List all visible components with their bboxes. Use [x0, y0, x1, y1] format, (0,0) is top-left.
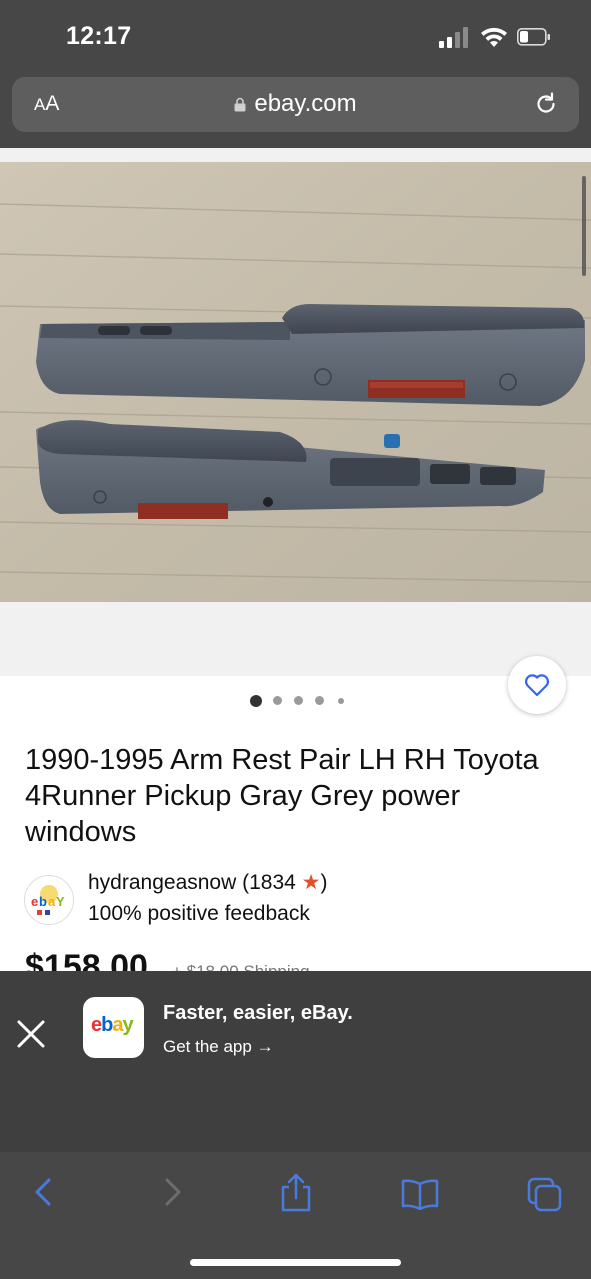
- gallery-pagination[interactable]: [250, 694, 350, 708]
- status-time: 12:17: [66, 22, 132, 50]
- heart-icon: [524, 674, 550, 697]
- home-indicator[interactable]: [190, 1259, 401, 1266]
- reload-icon[interactable]: [533, 91, 559, 117]
- svg-text:b: b: [39, 894, 47, 909]
- get-the-app-link[interactable]: Get the app →: [163, 1037, 274, 1057]
- seller-logo-image: e b a Y: [31, 885, 65, 915]
- pagination-dot[interactable]: [315, 696, 324, 705]
- listing-photo[interactable]: [0, 162, 591, 602]
- ebay-app-icon[interactable]: ebayebay: [83, 997, 144, 1058]
- svg-text:Y: Y: [56, 894, 65, 909]
- browser-top-chrome: 12:17 AA ebay.com: [0, 0, 591, 148]
- pagination-dot[interactable]: [338, 698, 344, 704]
- pagination-dot[interactable]: [273, 696, 282, 705]
- cellular-signal-icon: [439, 27, 468, 48]
- back-icon[interactable]: [26, 1174, 62, 1210]
- share-icon[interactable]: [277, 1172, 315, 1214]
- get-app-banner: ebayebay Faster, easier, eBay. Get the a…: [0, 971, 591, 1152]
- tabs-icon[interactable]: [526, 1176, 564, 1214]
- svg-text:a: a: [48, 894, 56, 909]
- seller-avatar[interactable]: e b a Y: [24, 875, 74, 925]
- status-icons: [439, 26, 551, 54]
- ebay-logo: ebayebay: [91, 1014, 134, 1036]
- wifi-icon: [481, 27, 507, 47]
- banner-title: Faster, easier, eBay.: [163, 1002, 353, 1024]
- address-bar[interactable]: AA ebay.com: [12, 77, 579, 132]
- url-domain: ebay.com: [254, 90, 357, 117]
- bookmarks-icon[interactable]: [400, 1178, 440, 1210]
- pagination-dot[interactable]: [294, 696, 303, 705]
- add-to-watchlist-button[interactable]: [508, 656, 566, 714]
- seller-feedback: 100% positive feedback: [88, 902, 310, 925]
- arrow-right-icon: →: [256, 1037, 274, 1056]
- forward-icon[interactable]: [154, 1174, 190, 1210]
- armrest-photo: [0, 162, 591, 602]
- pagination-dot-active[interactable]: [250, 695, 262, 707]
- close-icon[interactable]: [16, 1019, 46, 1049]
- scroll-indicator[interactable]: [582, 176, 586, 276]
- battery-icon: [517, 28, 550, 46]
- image-gallery[interactable]: [0, 148, 591, 676]
- seller-score: (1834 ★): [242, 871, 328, 894]
- lock-icon: [234, 97, 246, 112]
- svg-text:e: e: [31, 894, 38, 909]
- url-display[interactable]: ebay.com: [12, 90, 579, 118]
- seller-name-line[interactable]: hydrangeasnow (1834 ★): [88, 870, 328, 895]
- listing-title: 1990-1995 Arm Rest Pair LH RH Toyota 4Ru…: [25, 744, 539, 848]
- seller-name[interactable]: hydrangeasnow: [88, 871, 236, 894]
- star-icon: ★: [301, 871, 321, 894]
